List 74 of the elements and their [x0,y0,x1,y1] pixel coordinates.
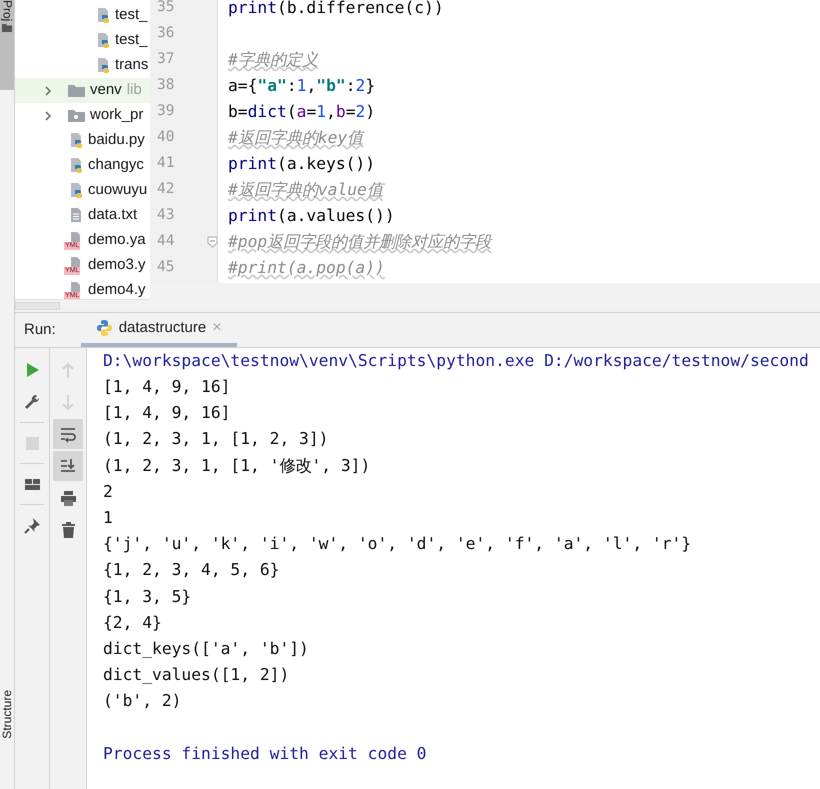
python-file-icon [68,182,84,199]
console-line: {1, 2, 3, 4, 5, 6} [103,559,280,582]
code-line: print(b.difference(c)) [228,0,444,19]
python-file-icon [95,32,111,49]
console-line: {1, 3, 5} [103,586,192,608]
console-line: [1, 4, 9, 16] [103,376,230,398]
scrollbar[interactable] [15,302,60,310]
printer-icon [60,490,76,506]
console-line: Process finished with exit code 0 [103,742,426,765]
code-line: #pop返回字段的值并删除对应的字段 [228,230,492,253]
code-line: b=dict(a=1,b=2) [228,100,376,123]
tree-item[interactable]: cuowuyu [15,178,150,203]
console-line: (1, 2, 3, 1, [1, '修改', 3]) [103,454,370,477]
tree-item[interactable]: trans [15,53,150,78]
tree-row[interactable]: venv lib [15,78,150,103]
fold-marker-icon[interactable] [207,236,217,248]
tree-item[interactable]: data.txt [15,203,150,228]
wrench-icon [24,394,40,410]
code-line: a={"a":1,"b":2} [228,74,376,97]
python-file-icon [68,157,84,174]
library-note: lib [126,80,142,100]
console-line: dict_keys(['a', 'b']) [103,638,309,660]
code-line: #返回字典的value值 [228,178,383,201]
tree-item[interactable]: changyc [15,153,150,178]
arrow-down-icon [60,394,76,410]
run-tab[interactable]: datastructure × [80,313,237,347]
tree-item[interactable]: test_ [15,3,150,28]
stop-icon [24,434,40,452]
code-line: print(a.keys()) [228,152,376,175]
python-file-icon [95,7,111,24]
line-number: 36 [157,24,174,44]
tree-item[interactable]: test_ [15,28,150,53]
pin-icon [24,516,40,534]
console-line: (1, 2, 3, 1, [1, 2, 3]) [103,428,328,450]
line-number: 37 [157,50,174,70]
python-file-icon [95,57,111,74]
code-line: #返回字典的key值 [228,126,364,149]
line-number: 43 [157,206,174,226]
folder-icon [67,107,86,124]
code-line: print(a.values()) [228,204,395,227]
tree-item[interactable]: work_pr [15,103,150,128]
run-label: Run: [24,320,56,340]
console-line: [1, 4, 9, 16] [103,402,230,424]
line-number: 35 [157,0,174,18]
console-line: {'j', 'u', 'k', 'i', 'w', 'o', 'd', 'e', 'f', 'a', 'l', 'r'} [103,533,692,556]
soft-wrap-button[interactable] [53,419,83,449]
line-number: 41 [157,154,174,174]
line-number: 44 [157,232,174,252]
line-number: 42 [157,180,174,200]
console-line: {2, 4} [103,612,162,634]
line-number: 40 [157,128,174,148]
line-number: 38 [157,76,174,96]
trash-icon [60,522,76,538]
text-file-icon [68,207,84,224]
folder-icon [1,21,13,34]
code-line: #print(a.pop(a)) [228,256,385,279]
scroll-to-end-icon [60,458,76,474]
console-line: dict_values([1, 2]) [103,664,290,686]
python-file-icon [68,132,84,149]
console-line: D:\workspace\testnow\venv\Scripts\python.exe D:/workspace/testnow/second [103,350,809,372]
line-number: 45 [157,258,174,278]
console-line: 1 [103,507,113,529]
python-icon [96,319,113,337]
tree-item-label: venv [90,80,122,100]
folder-icon [67,82,86,99]
arrow-up-icon [60,362,76,378]
tree-item[interactable]: baidu.py [15,128,150,153]
structure-tab[interactable]: Structure [1,690,14,739]
soft-wrap-icon [60,426,76,442]
console-line: 2 [103,480,113,503]
console-line: ('b', 2) [103,690,182,712]
line-number: 39 [157,102,174,122]
code-line: #字典的定义 [228,48,318,71]
scroll-to-end-button[interactable] [53,451,83,481]
